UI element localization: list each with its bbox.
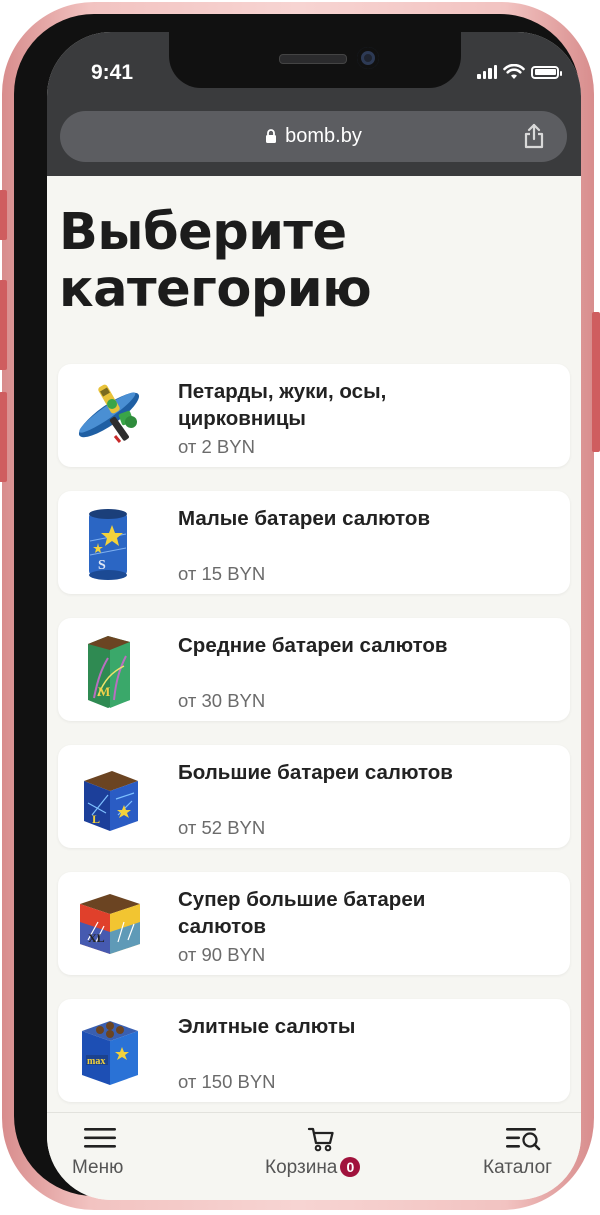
share-icon[interactable] [523,123,545,149]
status-time: 9:41 [91,61,134,84]
svg-text:L: L [92,812,100,826]
url-display: bomb.by [60,125,567,148]
phone-side-button [0,190,7,240]
phone-bezel: 9:41 bomb.by Выберите категорию Петарды,… [14,14,581,1200]
nav-catalog[interactable]: Каталог [483,1113,563,1200]
svg-text:M: M [98,684,110,699]
page-title: Выберите категорию [59,203,372,319]
notch [169,32,461,88]
elite-fireworks-icon: max [82,1021,138,1085]
firecracker-icon [78,384,140,443]
browser-header: 9:41 bomb.by [47,32,581,176]
bottom-navigation: Меню Корзина 0 Каталог [47,1112,581,1200]
cart-count-badge: 0 [340,1157,361,1177]
category-card[interactable]: Петарды, жуки, осы, цирковницы от 2 BYN [58,364,570,467]
svg-text:S: S [98,558,106,573]
large-battery-icon: L [84,771,138,831]
page-content: Выберите категорию Петарды, жуки, осы, ц… [47,176,581,1112]
category-title: Малые батареи салютов [178,507,431,530]
status-icons [477,64,562,80]
nav-cart-label-wrap: Корзина 0 [265,1157,361,1179]
wifi-icon [503,64,525,79]
phone-side-button [592,312,600,452]
phone-side-button [0,280,7,370]
phone-side-button [0,392,7,482]
category-price: от 15 BYN [178,563,266,584]
category-price: от 90 BYN [178,944,266,965]
category-card[interactable]: XL Супер большие батареи салютов от 90 B… [58,872,570,975]
category-price: от 30 BYN [178,690,266,711]
cellular-signal-icon [477,65,497,79]
category-list: Петарды, жуки, осы, цирковницы от 2 BYN … [58,364,570,1126]
category-title: Супер большие батареи салютов [178,888,426,938]
nav-menu-label: Меню [72,1157,124,1178]
nav-menu[interactable]: Меню [67,1113,133,1200]
address-bar[interactable]: bomb.by [60,111,567,162]
category-title: Большие батареи салютов [178,761,453,784]
medium-battery-icon: M [88,636,130,708]
small-battery-icon: S [89,509,127,580]
nav-cart-label: Корзина [265,1157,338,1178]
catalog-search-icon [506,1128,541,1151]
category-title: Петарды, жуки, осы, цирковницы [178,380,387,430]
category-price: от 150 BYN [178,1071,276,1092]
category-title: Средние батареи салютов [178,634,448,657]
lock-icon [266,129,277,143]
category-title: Элитные салюты [178,1015,356,1038]
front-camera [357,47,379,69]
nav-catalog-label: Каталог [483,1157,553,1178]
svg-text:max: max [87,1056,105,1067]
category-card[interactable]: max Элитные салюты от 150 BYN [58,999,570,1102]
category-price: от 2 BYN [178,436,255,457]
url-text: bomb.by [285,125,362,147]
battery-icon [531,65,562,79]
category-card[interactable]: L Большие батареи салютов от 52 BYN [58,745,570,848]
speaker-grille [279,54,347,64]
cart-icon [307,1127,334,1152]
super-large-battery-icon: XL [80,894,140,954]
phone-screen: 9:41 bomb.by Выберите категорию Петарды,… [47,32,581,1200]
nav-cart[interactable]: Корзина 0 [265,1113,380,1200]
category-price: от 52 BYN [178,817,266,838]
hamburger-menu-icon [84,1128,116,1148]
category-card[interactable]: S Малые батареи салютов от 15 BYN [58,491,570,594]
svg-text:XL: XL [88,931,105,945]
category-card[interactable]: M Средние батареи салютов от 30 BYN [58,618,570,721]
